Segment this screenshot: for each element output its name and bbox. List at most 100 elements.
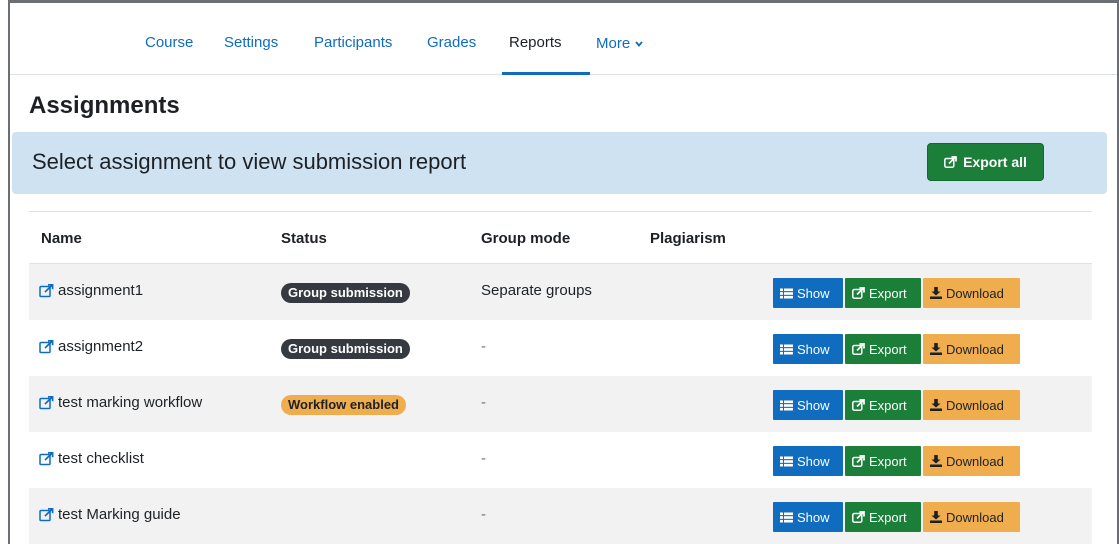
assignment-name: assignment1 — [58, 282, 144, 299]
show-label: Show — [797, 397, 830, 413]
show-label: Show — [797, 453, 830, 469]
nav-more[interactable]: More — [596, 3, 643, 74]
chevron-down-icon — [635, 3, 643, 82]
download-label: Download — [946, 509, 1004, 525]
external-link-icon — [39, 283, 54, 298]
row-actions: Show Export Download — [773, 502, 1020, 532]
status-badge: Group submission — [281, 339, 410, 359]
download-label: Download — [946, 285, 1004, 301]
group-mode: - — [481, 338, 486, 355]
assignment-name: assignment2 — [58, 338, 144, 355]
export-label: Export — [869, 453, 907, 469]
export-button[interactable]: Export — [845, 390, 921, 420]
assignment-link[interactable]: assignment2 — [39, 338, 143, 355]
table-row: assignment1 Group submission Separate gr… — [29, 264, 1092, 320]
secondary-navigation: Course Settings Participants Grades Repo… — [10, 3, 1117, 75]
assignment-link[interactable]: assignment1 — [39, 282, 143, 299]
download-label: Download — [946, 341, 1004, 357]
header-name: Name — [41, 230, 82, 247]
download-label: Download — [946, 397, 1004, 413]
external-link-icon — [39, 451, 54, 466]
external-link-icon — [39, 395, 54, 410]
export-label: Export — [869, 397, 907, 413]
row-actions: Show Export Download — [773, 446, 1020, 476]
download-button[interactable]: Download — [923, 278, 1020, 308]
show-button[interactable]: Show — [773, 278, 843, 308]
status-badge: Workflow enabled — [281, 395, 406, 415]
group-mode: - — [481, 450, 486, 467]
share-square-icon — [852, 399, 865, 411]
share-square-icon — [944, 156, 957, 168]
download-button[interactable]: Download — [923, 390, 1020, 420]
share-square-icon — [852, 343, 865, 355]
list-icon — [780, 512, 793, 523]
show-button[interactable]: Show — [773, 334, 843, 364]
assignment-name: test checklist — [58, 450, 144, 467]
group-mode: - — [481, 506, 486, 523]
assignment-link[interactable]: test marking workflow — [39, 394, 202, 411]
assignment-name: test Marking guide — [58, 506, 181, 523]
export-label: Export — [869, 509, 907, 525]
row-actions: Show Export Download — [773, 278, 1020, 308]
export-button[interactable]: Export — [845, 278, 921, 308]
download-icon — [930, 511, 942, 523]
share-square-icon — [852, 455, 865, 467]
table-row: test marking workflow Workflow enabled -… — [29, 376, 1092, 432]
assignment-name: test marking workflow — [58, 394, 203, 411]
export-button[interactable]: Export — [845, 334, 921, 364]
download-icon — [930, 343, 942, 355]
assignments-table: Name Status Group mode Plagiarism assign… — [29, 211, 1092, 544]
list-icon — [780, 456, 793, 467]
table-header: Name Status Group mode Plagiarism — [29, 212, 1092, 264]
header-plagiarism: Plagiarism — [650, 230, 726, 247]
download-button[interactable]: Download — [923, 334, 1020, 364]
show-button[interactable]: Show — [773, 390, 843, 420]
download-icon — [930, 455, 942, 467]
nav-grades[interactable]: Grades — [427, 3, 476, 74]
assignment-link[interactable]: test Marking guide — [39, 506, 181, 523]
table-row: test Marking guide - Show Export Downloa… — [29, 488, 1092, 544]
share-square-icon — [852, 511, 865, 523]
nav-more-label: More — [596, 35, 631, 52]
page-title: Assignments — [29, 92, 180, 119]
list-icon — [780, 344, 793, 355]
export-all-label: Export all — [963, 154, 1027, 170]
export-button[interactable]: Export — [845, 446, 921, 476]
download-icon — [930, 399, 942, 411]
show-label: Show — [797, 509, 830, 525]
export-label: Export — [869, 285, 907, 301]
share-square-icon — [852, 287, 865, 299]
active-tab-indicator — [502, 72, 590, 75]
row-actions: Show Export Download — [773, 390, 1020, 420]
export-button[interactable]: Export — [845, 502, 921, 532]
download-icon — [930, 287, 942, 299]
nav-reports[interactable]: Reports — [509, 3, 562, 74]
nav-settings[interactable]: Settings — [224, 3, 278, 74]
download-label: Download — [946, 453, 1004, 469]
show-label: Show — [797, 341, 830, 357]
show-button[interactable]: Show — [773, 446, 843, 476]
show-button[interactable]: Show — [773, 502, 843, 532]
show-label: Show — [797, 285, 830, 301]
window-frame-left — [8, 0, 10, 544]
group-mode: Separate groups — [481, 282, 592, 299]
external-link-icon — [39, 339, 54, 354]
row-actions: Show Export Download — [773, 334, 1020, 364]
external-link-icon — [39, 507, 54, 522]
list-icon — [780, 288, 793, 299]
table-row: test checklist - Show Export Download — [29, 432, 1092, 488]
table-row: assignment2 Group submission - Show Expo… — [29, 320, 1092, 376]
header-group-mode: Group mode — [481, 230, 571, 247]
assignment-link[interactable]: test checklist — [39, 450, 144, 467]
header-status: Status — [281, 230, 327, 247]
info-banner: Select assignment to view submission rep… — [12, 132, 1107, 194]
nav-participants[interactable]: Participants — [314, 3, 392, 74]
banner-text: Select assignment to view submission rep… — [32, 149, 467, 174]
nav-course[interactable]: Course — [145, 3, 193, 74]
export-all-button[interactable]: Export all — [927, 143, 1044, 181]
group-mode: - — [481, 394, 486, 411]
download-button[interactable]: Download — [923, 502, 1020, 532]
download-button[interactable]: Download — [923, 446, 1020, 476]
status-badge: Group submission — [281, 283, 410, 303]
table-body: assignment1 Group submission Separate gr… — [29, 264, 1092, 544]
